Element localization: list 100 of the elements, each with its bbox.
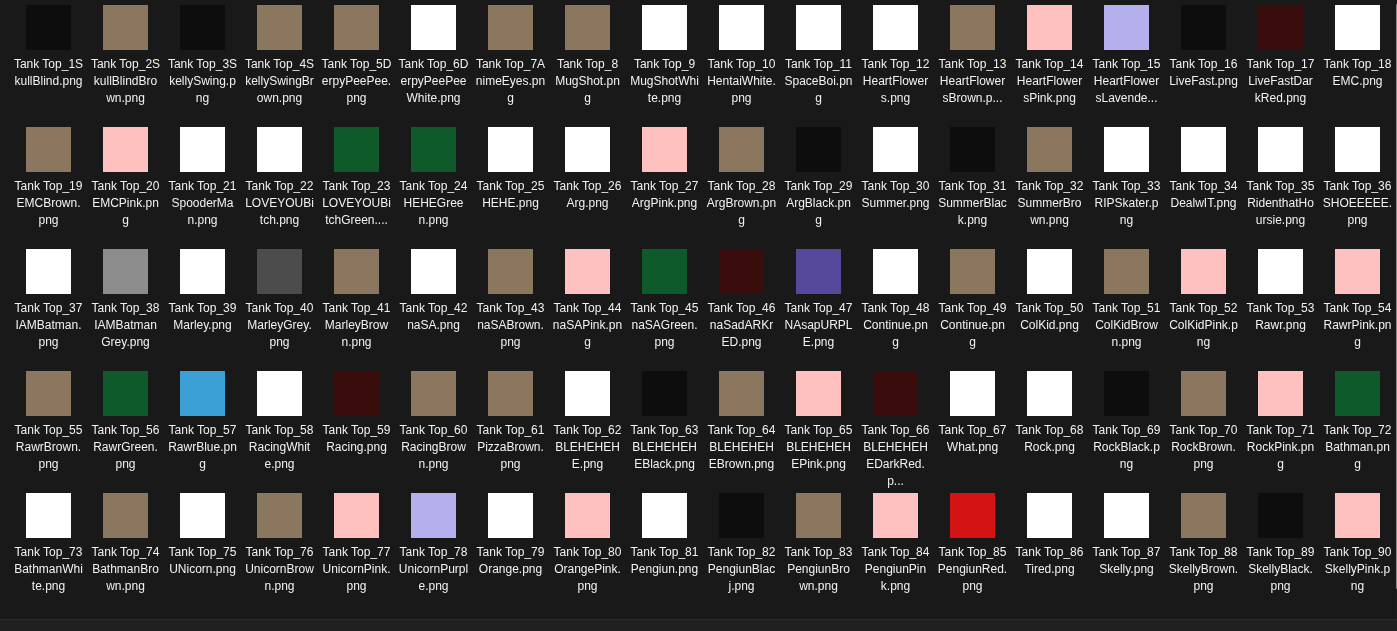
photo-placeholder[interactable] [26, 371, 71, 416]
file-name[interactable]: Tank Top_61PizzaBrown.png [475, 422, 546, 473]
file-name[interactable]: Tank Top_70RockBrown.png [1168, 422, 1239, 473]
photo-placeholder[interactable] [26, 127, 71, 172]
photo-placeholder[interactable] [796, 371, 841, 416]
file-name[interactable]: Tank Top_14HeartFlowersPink.png [1014, 56, 1085, 107]
photo-placeholder[interactable] [642, 127, 687, 172]
photo-placeholder[interactable] [180, 371, 225, 416]
file-name[interactable]: Tank Top_44naSAPink.png [552, 300, 623, 351]
photo-placeholder[interactable] [180, 249, 225, 294]
photo-placeholder[interactable] [1335, 371, 1380, 416]
photo-placeholder[interactable] [873, 371, 918, 416]
file-name[interactable]: Tank Top_33RIPSkater.png [1091, 178, 1162, 229]
file-name[interactable]: Tank Top_66BLEHEHEHEDarkRed.p... [860, 422, 931, 490]
photo-placeholder[interactable] [796, 249, 841, 294]
file-name[interactable]: Tank Top_2SkullBlindBrown.png [90, 56, 161, 107]
file-name[interactable]: Tank Top_9MugShotWhite.png [629, 56, 700, 107]
file-name[interactable]: Tank Top_84PengiunPink.png [860, 544, 931, 595]
file-name[interactable]: Tank Top_35RidenthatHoursie.png [1245, 178, 1316, 229]
photo-placeholder[interactable] [1181, 249, 1226, 294]
file-name[interactable]: Tank Top_57RawrBlue.png [167, 422, 238, 473]
photo-placeholder[interactable] [1335, 493, 1380, 538]
file-name[interactable]: Tank Top_74BathmanBrown.png [90, 544, 161, 595]
file-name[interactable]: Tank Top_88SkellyBrown.png [1168, 544, 1239, 595]
file-name[interactable]: Tank Top_78UnicornPurple.png [398, 544, 469, 595]
file-name[interactable]: Tank Top_52ColKidPink.png [1168, 300, 1239, 351]
photo-placeholder[interactable] [488, 249, 533, 294]
photo-placeholder[interactable] [1258, 249, 1303, 294]
photo-placeholder[interactable] [642, 493, 687, 538]
file-name[interactable]: Tank Top_69RockBlack.png [1091, 422, 1162, 473]
photo-placeholder[interactable] [873, 127, 918, 172]
photo-placeholder[interactable] [103, 371, 148, 416]
file-name[interactable]: Tank Top_37IAMBatman.png [13, 300, 84, 351]
file-name[interactable]: Tank Top_87Skelly.png [1091, 544, 1162, 578]
photo-placeholder[interactable] [1104, 249, 1149, 294]
file-name[interactable]: Tank Top_13HeartFlowersBrown.p... [937, 56, 1008, 107]
file-name[interactable]: Tank Top_76UnicornBrown.png [244, 544, 315, 595]
photo-placeholder[interactable] [488, 371, 533, 416]
photo-placeholder[interactable] [488, 493, 533, 538]
file-name[interactable]: Tank Top_8MugShot.png [552, 56, 623, 107]
photo-placeholder[interactable] [334, 127, 379, 172]
photo-placeholder[interactable] [1335, 249, 1380, 294]
file-name[interactable]: Tank Top_1SkullBlind.png [13, 56, 84, 90]
file-name[interactable]: Tank Top_49Continue.png [937, 300, 1008, 351]
file-name[interactable]: Tank Top_6DerpyPeePeeWhite.png [398, 56, 469, 107]
photo-placeholder[interactable] [488, 127, 533, 172]
photo-placeholder[interactable] [1335, 127, 1380, 172]
file-name[interactable]: Tank Top_46naSadARKrED.png [706, 300, 777, 351]
photo-placeholder[interactable] [565, 371, 610, 416]
file-name[interactable]: Tank Top_19EMCBrown.png [13, 178, 84, 229]
photo-placeholder[interactable] [1027, 493, 1072, 538]
photo-placeholder[interactable] [565, 493, 610, 538]
photo-placeholder[interactable] [1181, 493, 1226, 538]
file-name[interactable]: Tank Top_40MarleyGrey.png [244, 300, 315, 351]
photo-placeholder[interactable] [1027, 127, 1072, 172]
photo-placeholder[interactable] [103, 493, 148, 538]
photo-placeholder[interactable] [103, 249, 148, 294]
file-name[interactable]: Tank Top_42naSA.png [398, 300, 469, 334]
file-name[interactable]: Tank Top_59Racing.png [321, 422, 392, 456]
file-name[interactable]: Tank Top_5DerpyPeePee.png [321, 56, 392, 107]
file-name[interactable]: Tank Top_12HeartFlowers.png [860, 56, 931, 107]
file-name[interactable]: Tank Top_86Tired.png [1014, 544, 1085, 578]
photo-placeholder[interactable] [1027, 249, 1072, 294]
file-name[interactable]: Tank Top_51ColKidBrown.png [1091, 300, 1162, 351]
file-name[interactable]: Tank Top_85PengiunRed.png [937, 544, 1008, 595]
photo-placeholder[interactable] [950, 371, 995, 416]
file-name[interactable]: Tank Top_3SkellySwing.png [167, 56, 238, 107]
photo-placeholder[interactable] [411, 127, 456, 172]
file-name[interactable]: Tank Top_63BLEHEHEHEBlack.png [629, 422, 700, 473]
photo-placeholder[interactable] [411, 249, 456, 294]
photo-placeholder[interactable] [796, 5, 841, 50]
file-name[interactable]: Tank Top_7AnimeEyes.png [475, 56, 546, 107]
file-name[interactable]: Tank Top_10HentaiWhite.png [706, 56, 777, 107]
photo-placeholder[interactable] [180, 127, 225, 172]
file-name[interactable]: Tank Top_65BLEHEHEHEPink.png [783, 422, 854, 473]
file-name[interactable]: Tank Top_36SHOEEEEE.png [1322, 178, 1393, 229]
file-name[interactable]: Tank Top_90SkellyPink.png [1322, 544, 1393, 595]
photo-placeholder[interactable] [950, 5, 995, 50]
photo-placeholder[interactable] [1104, 127, 1149, 172]
file-name[interactable]: Tank Top_47NAsapURPLE.png [783, 300, 854, 351]
file-name[interactable]: Tank Top_45naSAGreen.png [629, 300, 700, 351]
photo-placeholder[interactable] [257, 127, 302, 172]
file-name[interactable]: Tank Top_43naSABrown.png [475, 300, 546, 351]
file-name[interactable]: Tank Top_75UNicorn.png [167, 544, 238, 578]
photo-placeholder[interactable] [1258, 371, 1303, 416]
file-name[interactable]: Tank Top_55RawrBrown.png [13, 422, 84, 473]
file-name[interactable]: Tank Top_79Orange.png [475, 544, 546, 578]
file-name[interactable]: Tank Top_41MarleyBrown.png [321, 300, 392, 351]
file-name[interactable]: Tank Top_62BLEHEHEHE.png [552, 422, 623, 473]
file-name[interactable]: Tank Top_39Marley.png [167, 300, 238, 334]
file-name[interactable]: Tank Top_67What.png [937, 422, 1008, 456]
photo-placeholder[interactable] [411, 371, 456, 416]
file-name[interactable]: Tank Top_32SummerBrown.png [1014, 178, 1085, 229]
photo-placeholder[interactable] [334, 371, 379, 416]
file-name[interactable]: Tank Top_23LOVEYOUBitchGreen.... [321, 178, 392, 229]
file-name[interactable]: Tank Top_29ArgBlack.png [783, 178, 854, 229]
photo-placeholder[interactable] [719, 249, 764, 294]
photo-placeholder[interactable] [873, 5, 918, 50]
photo-placeholder[interactable] [642, 5, 687, 50]
photo-placeholder[interactable] [257, 371, 302, 416]
